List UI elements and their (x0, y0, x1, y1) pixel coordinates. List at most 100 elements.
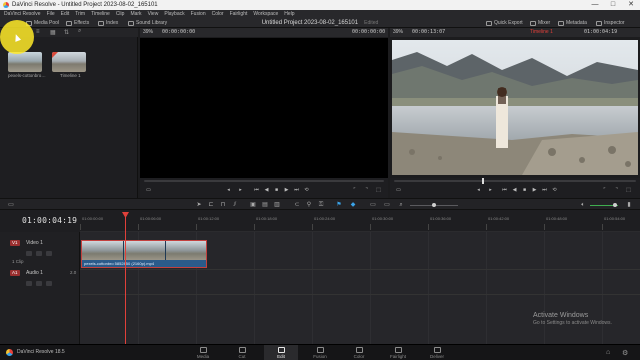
custom-zoom-icon[interactable]: ⌕ (398, 202, 404, 208)
minimize-button[interactable]: — (586, 0, 604, 10)
page-tab-deliver[interactable]: Deliver (420, 345, 454, 360)
timeline-view-options-icon[interactable]: ▭ (8, 202, 14, 208)
viewer-options-icon[interactable]: ▭ (146, 188, 151, 193)
page-tab-fusion[interactable]: Fusion (303, 345, 337, 360)
list-view-icon[interactable]: ≡ (36, 29, 40, 35)
menu-file[interactable]: File (47, 11, 55, 17)
play-reverse-icon[interactable]: ◀ (264, 188, 269, 193)
menu-timeline[interactable]: Timeline (91, 11, 110, 17)
timeline-ruler[interactable]: 01:00:00:00 01:00:06:00 01:00:12:00 01:0… (80, 210, 640, 232)
play-icon[interactable]: ▶ (284, 188, 289, 193)
clip-thumbnail[interactable] (8, 52, 42, 72)
marker-icon[interactable]: ◆ (350, 202, 356, 208)
loop-icon[interactable]: ⟲ (304, 188, 309, 193)
maximize-button[interactable]: □ (604, 0, 622, 10)
detail-zoom-icon[interactable]: ▭ (384, 202, 390, 208)
menu-playback[interactable]: Playback (164, 11, 184, 17)
menu-fairlight[interactable]: Fairlight (230, 11, 248, 17)
menu-clip[interactable]: Clip (116, 11, 125, 17)
go-to-start-icon[interactable]: ⏮ (502, 188, 507, 193)
menu-help[interactable]: Help (284, 11, 294, 17)
jog-left-icon[interactable]: ◂ (226, 188, 231, 193)
snapping-icon[interactable]: ⊂ (294, 202, 300, 208)
source-scrubber[interactable] (144, 180, 384, 182)
menu-color[interactable]: Color (212, 11, 224, 17)
go-to-start-icon[interactable]: ⏮ (254, 188, 259, 193)
lock-track-icon[interactable] (26, 251, 32, 256)
mark-out-icon[interactable]: ⌝ (364, 188, 369, 193)
page-tab-media[interactable]: Media (186, 345, 220, 360)
page-tab-color[interactable]: Color (342, 345, 376, 360)
menu-davinci-resolve[interactable]: DaVinci Resolve (4, 11, 41, 17)
match-frame-icon[interactable]: ⬚ (376, 188, 381, 193)
play-icon[interactable]: ▶ (532, 188, 537, 193)
flag-icon[interactable]: ⚑ (336, 202, 342, 208)
replace-clip-icon[interactable]: ▥ (274, 202, 280, 208)
audio-track-name[interactable]: Audio 1 (26, 270, 43, 276)
jog-right-icon[interactable]: ▸ (238, 188, 243, 193)
menu-trim[interactable]: Trim (75, 11, 85, 17)
insert-clip-icon[interactable]: ▣ (250, 202, 256, 208)
v1-badge[interactable]: V1 (10, 240, 20, 246)
source-zoom[interactable]: 39% (143, 28, 153, 37)
enable-track-icon[interactable] (46, 251, 52, 256)
blade-tool-icon[interactable]: ⫽ (232, 202, 238, 208)
position-lock-icon[interactable]: ⚿ (318, 202, 324, 208)
mixer-button[interactable]: Mixer (530, 18, 550, 28)
trim-tool-icon[interactable]: ⊏ (208, 202, 214, 208)
viewer-options-icon[interactable]: ▭ (396, 188, 401, 193)
sort-icon[interactable]: ⇅ (64, 29, 69, 36)
scrubber-handle[interactable] (482, 178, 484, 184)
selection-tool-icon[interactable]: ➤ (196, 202, 202, 208)
jog-left-icon[interactable]: ◂ (476, 188, 481, 193)
linked-selection-icon[interactable]: ⚲ (306, 202, 312, 208)
a1-badge[interactable]: A1 (10, 270, 20, 276)
play-reverse-icon[interactable]: ◀ (512, 188, 517, 193)
full-zoom-icon[interactable]: ▭ (370, 202, 376, 208)
timeline-viewer[interactable] (392, 40, 638, 175)
jog-right-icon[interactable]: ▸ (488, 188, 493, 193)
stop-icon[interactable]: ■ (522, 188, 527, 193)
menu-view[interactable]: View (148, 11, 159, 17)
match-frame-icon[interactable]: ⬚ (626, 188, 631, 193)
timeline-video-clip[interactable]: pexels-cottonbro 5852850 (2160p).mp4 (81, 240, 207, 268)
timeline-selector[interactable]: Timeline 1 (530, 28, 553, 37)
mark-out-icon[interactable]: ⌝ (614, 188, 619, 193)
menu-workspace[interactable]: Workspace (253, 11, 278, 17)
inspector-button[interactable]: Inspector (596, 18, 625, 28)
solo-track-icon[interactable] (36, 281, 42, 286)
mark-in-icon[interactable]: ⌜ (352, 188, 357, 193)
quick-export-button[interactable]: Quick Export (486, 18, 523, 28)
close-button[interactable]: ✕ (622, 0, 640, 10)
mark-in-icon[interactable]: ⌜ (602, 188, 607, 193)
go-to-end-icon[interactable]: ⏭ (542, 188, 547, 193)
timeline-scrubber[interactable] (394, 180, 636, 182)
home-icon[interactable]: ⌂ (606, 349, 610, 356)
menu-edit[interactable]: Edit (61, 11, 70, 17)
audio-meter-icon[interactable]: ▮ (626, 202, 632, 208)
mute-track-icon[interactable] (46, 281, 52, 286)
page-tab-cut[interactable]: Cut (225, 345, 259, 360)
menu-mark[interactable]: Mark (130, 11, 141, 17)
overwrite-clip-icon[interactable]: ▤ (262, 202, 268, 208)
volume-icon[interactable]: 🔈︎ (580, 202, 586, 208)
settings-gear-icon[interactable]: ⚙ (622, 349, 628, 357)
stop-icon[interactable]: ■ (274, 188, 279, 193)
thumbnail-view-icon[interactable]: ▦ (50, 29, 56, 36)
zoom-slider-handle[interactable] (432, 203, 436, 207)
menu-fusion[interactable]: Fusion (191, 11, 206, 17)
page-tab-fairlight[interactable]: Fairlight (381, 345, 415, 360)
video-track-name[interactable]: Video 1 (26, 240, 43, 246)
go-to-end-icon[interactable]: ⏭ (294, 188, 299, 193)
source-viewer[interactable] (140, 38, 388, 178)
timeline-viewer-zoom[interactable]: 39% (393, 28, 403, 37)
loop-icon[interactable]: ⟲ (552, 188, 557, 193)
auto-select-icon[interactable] (36, 251, 42, 256)
playhead[interactable] (125, 214, 126, 344)
current-timecode[interactable]: 01:00:04:19 (22, 216, 77, 225)
dynamic-trim-icon[interactable]: ⊓ (220, 202, 226, 208)
page-tab-edit[interactable]: Edit (264, 345, 298, 360)
volume-slider-handle[interactable] (613, 203, 617, 207)
timeline-thumbnail[interactable] (52, 52, 86, 72)
lock-track-icon[interactable] (26, 281, 32, 286)
